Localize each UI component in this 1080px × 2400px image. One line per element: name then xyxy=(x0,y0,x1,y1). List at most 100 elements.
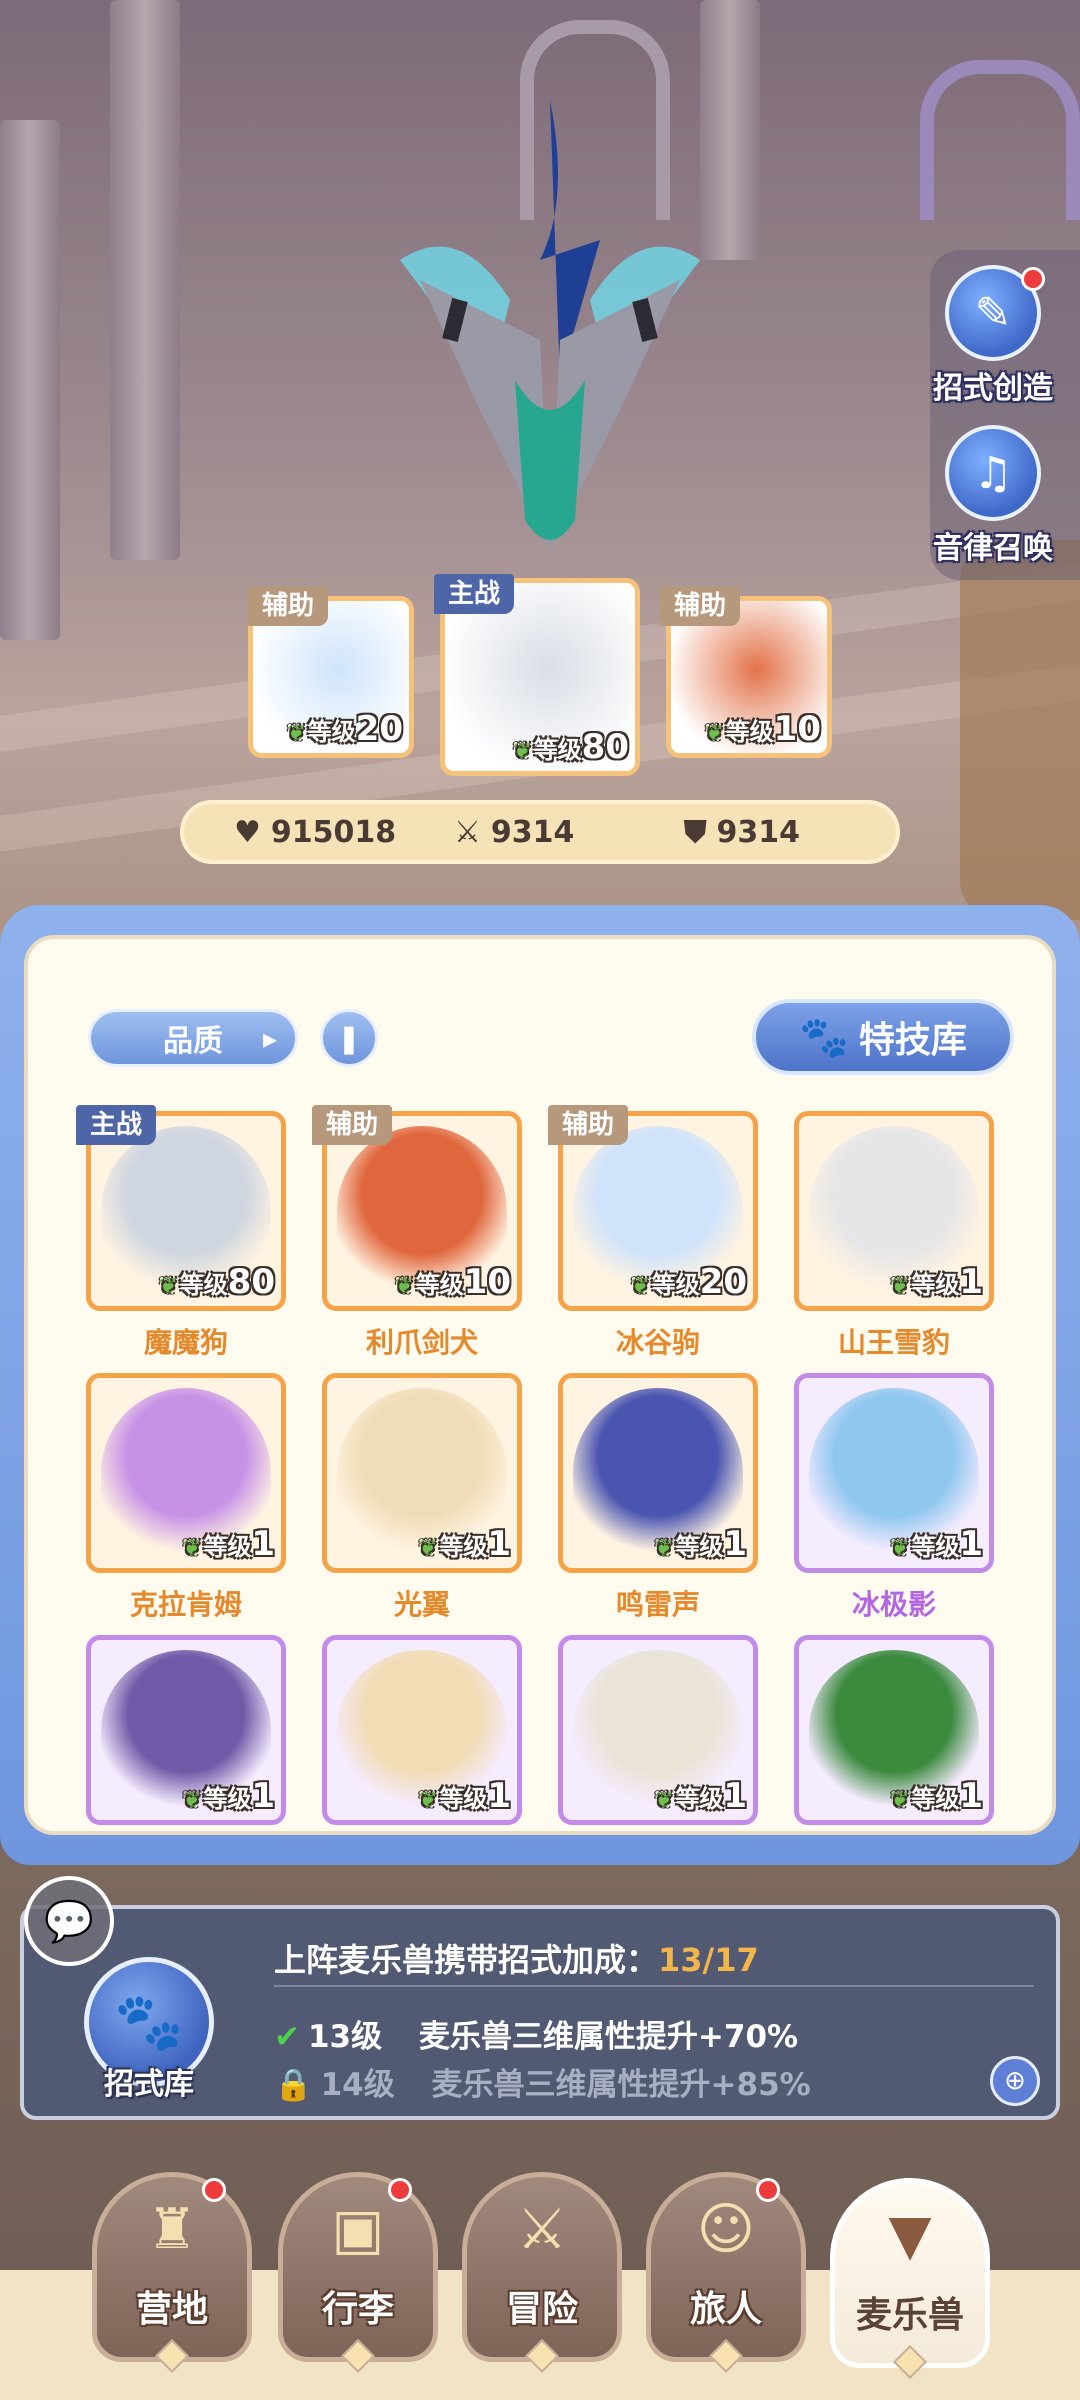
role-tag: 辅助 xyxy=(312,1105,393,1145)
level-indicator: ❦等级1 xyxy=(419,1524,511,1564)
pet-name: 克拉肯姆 xyxy=(129,1588,242,1621)
move-creation-button[interactable]: ✎ 招式创造 xyxy=(933,265,1053,407)
chat-bubble-icon[interactable]: 💬 xyxy=(24,1876,114,1966)
hp-stat: ♥ 915018 xyxy=(234,815,396,850)
level-indicator: ❦等级80 xyxy=(513,727,629,767)
pet-card[interactable]: ❦等级1 xyxy=(322,1635,522,1825)
pet-collection-inner: 品质 ▸ ❚ 🐾 特技库 ❦等级80 主战 魔魔狗 ❦等级10 辅助 利爪剑犬 ❦等级20 辅… xyxy=(24,935,1056,1835)
pet-card[interactable]: ❦等级1 xyxy=(558,1635,758,1825)
level-indicator: ❦等级1 xyxy=(891,1262,983,1302)
pet-card[interactable]: ❦等级1 xyxy=(86,1373,286,1573)
level-indicator: ❦等级1 xyxy=(183,1524,275,1564)
nav-tab[interactable]: ☺ 旅人 xyxy=(646,2172,806,2373)
fox-head-icon: ▼ xyxy=(888,2203,932,2268)
leaf-icon: ❦ xyxy=(418,1788,438,1813)
book-icon[interactable]: ❚ xyxy=(320,1009,378,1067)
pet-name: 冰极影 xyxy=(851,1588,936,1621)
leaf-icon: ❦ xyxy=(182,1788,202,1813)
leaf-icon: ❦ xyxy=(418,1536,438,1561)
pet-name: 山王雪豹 xyxy=(837,1326,950,1359)
level-key: 等级 xyxy=(533,736,582,764)
move-creation-label: 招式创造 xyxy=(933,371,1053,406)
notification-badge xyxy=(202,2178,226,2202)
level-key: 等级 xyxy=(651,1271,700,1299)
checkmark-icon: ✔ xyxy=(274,2019,300,2055)
lyre-icon: ♫ xyxy=(945,425,1041,521)
level-key: 等级 xyxy=(911,1533,960,1561)
level-value: 1 xyxy=(959,1776,983,1816)
level-key: 等级 xyxy=(203,1533,252,1561)
level-value: 80 xyxy=(581,727,629,767)
stone-arch xyxy=(920,60,1080,220)
nav-tab-label: 冒险 xyxy=(505,2289,578,2330)
active-tier-text: 麦乐兽三维属性提升+70% xyxy=(418,2019,799,2055)
level-key: 等级 xyxy=(179,1271,228,1299)
pet-name: 鸣雷声 xyxy=(615,1588,700,1621)
level-value: 1 xyxy=(251,1524,275,1564)
leaf-icon: ❦ xyxy=(654,1536,674,1561)
level-indicator: ❦等级1 xyxy=(891,1776,983,1816)
leaf-icon: ❦ xyxy=(890,1788,910,1813)
leaf-icon: ❦ xyxy=(287,721,306,746)
leaf-icon: ❦ xyxy=(890,1274,910,1299)
bonus-divider xyxy=(274,1985,1034,1987)
nav-tab[interactable]: ♜ 营地 xyxy=(92,2172,252,2373)
level-value: 20 xyxy=(355,709,403,749)
notification-badge xyxy=(388,2178,412,2202)
attack-value: 9314 xyxy=(490,814,575,850)
level-key: 等级 xyxy=(675,1533,724,1561)
notification-badge xyxy=(1021,267,1045,291)
active-tier-level: 13级 xyxy=(307,2019,383,2055)
pet-card[interactable]: ❦等级1 xyxy=(322,1373,522,1573)
nav-tab[interactable]: ▣ 行李 xyxy=(278,2172,438,2373)
nav-tab[interactable]: ▼ 麦乐兽 xyxy=(830,2178,990,2379)
nav-tab-label: 行李 xyxy=(321,2289,394,2330)
skill-base-label: 招式库 xyxy=(104,2067,194,2102)
creature-face xyxy=(515,380,585,540)
nav-tab-label: 麦乐兽 xyxy=(855,2295,964,2336)
level-value: 1 xyxy=(487,1524,511,1564)
pet-card[interactable]: ❦等级1 xyxy=(86,1635,286,1825)
level-indicator: ❦等级10 xyxy=(395,1262,511,1302)
pet-card[interactable]: ❦等级1 xyxy=(794,1111,994,1311)
level-indicator: ❦等级10 xyxy=(705,709,821,749)
lock-icon: 🔒 xyxy=(274,2067,313,2103)
shield-icon: ⛊ xyxy=(684,814,707,850)
nav-tab[interactable]: ⚔ 冒险 xyxy=(462,2172,622,2373)
pet-card[interactable]: ❦等级1 xyxy=(794,1635,994,1825)
melody-summon-button[interactable]: ♫ 音律召唤 xyxy=(933,425,1053,567)
heart-icon: ♥ xyxy=(234,814,261,850)
pet-card[interactable]: ❦等级1 xyxy=(558,1373,758,1573)
attack-stat: ⚔ 9314 xyxy=(454,815,574,850)
role-tag: 辅助 xyxy=(660,586,741,626)
quality-filter-button[interactable]: 品质 ▸ xyxy=(88,1009,298,1067)
leaf-icon: ❦ xyxy=(395,1274,414,1299)
level-key: 等级 xyxy=(675,1785,724,1813)
level-indicator: ❦等级20 xyxy=(287,709,403,749)
zoom-in-icon[interactable]: ⊕ xyxy=(990,2056,1040,2106)
bonus-title: 上阵麦乐兽携带招式加成：13/17 xyxy=(274,1935,759,1981)
quality-filter-label: 品质 xyxy=(163,1024,223,1059)
main-creature-model[interactable] xyxy=(340,80,760,580)
level-indicator: ❦等级80 xyxy=(159,1262,275,1302)
pet-card[interactable]: ❦等级1 xyxy=(794,1373,994,1573)
level-value: 1 xyxy=(723,1776,747,1816)
leaf-icon: ❦ xyxy=(890,1536,910,1561)
nav-tab-label: 营地 xyxy=(135,2289,208,2330)
level-value: 1 xyxy=(487,1776,511,1816)
backpack-icon: ▣ xyxy=(331,2197,385,2262)
skill-library-button[interactable]: 🐾 特技库 xyxy=(752,999,1014,1075)
leaf-icon: ❦ xyxy=(182,1536,202,1561)
level-value: 10 xyxy=(773,709,821,749)
level-key: 等级 xyxy=(725,718,774,746)
level-value: 20 xyxy=(699,1262,747,1302)
defense-stat: ⛊ 9314 xyxy=(684,815,800,850)
level-indicator: ❦等级1 xyxy=(891,1524,983,1564)
level-key: 等级 xyxy=(911,1785,960,1813)
role-tag: 主战 xyxy=(434,574,515,614)
skill-library-label: 特技库 xyxy=(858,1020,967,1061)
paw-icon: 🐾 xyxy=(799,1014,849,1061)
leaf-icon: ❦ xyxy=(654,1788,674,1813)
level-key: 等级 xyxy=(439,1533,488,1561)
level-indicator: ❦等级20 xyxy=(631,1262,747,1302)
